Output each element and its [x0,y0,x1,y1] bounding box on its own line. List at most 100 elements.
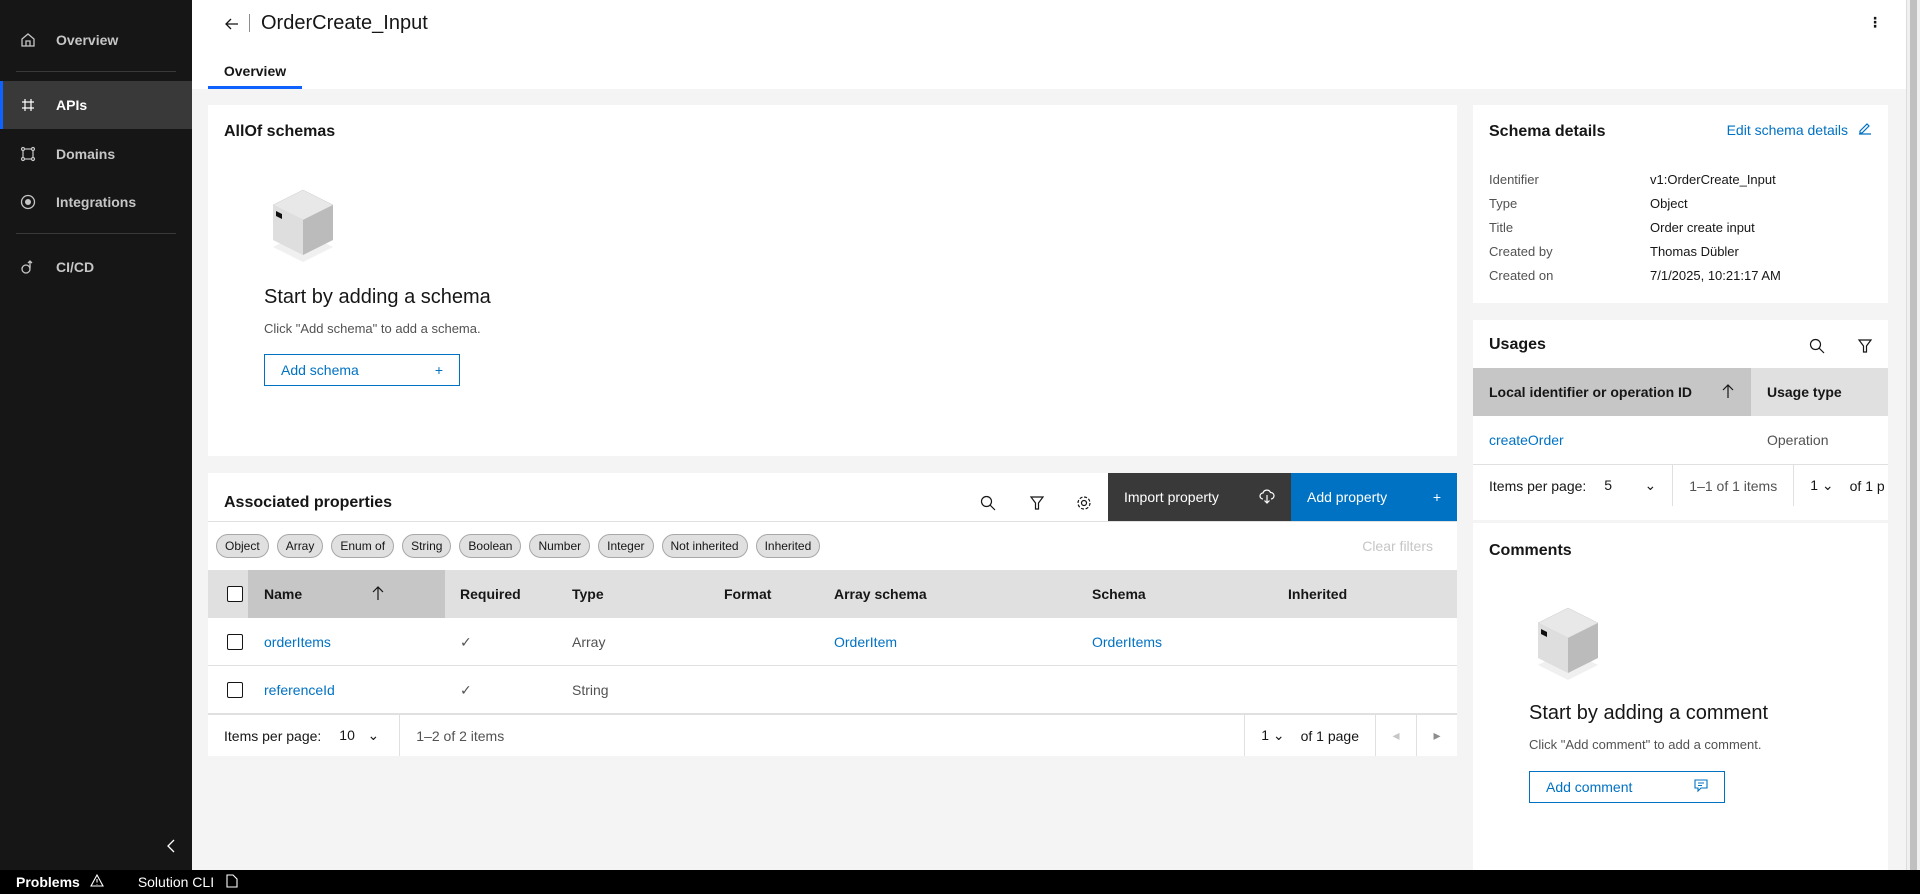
detail-label: Created by [1489,243,1553,259]
column-header-required: Required [460,586,521,602]
edit-schema-details-link[interactable]: Edit schema details [1727,121,1872,138]
add-comment-button[interactable]: Add comment [1529,771,1725,803]
detail-label: Title [1489,219,1514,235]
items-per-page-select[interactable]: 5 ⌄ [1604,477,1656,494]
previous-page-button[interactable]: ◂ [1376,727,1416,744]
card-title: Schema details [1489,123,1606,140]
sidebar: Overview APIs Domains Integrations CI/CD [0,0,192,870]
scrollbar-thumb[interactable] [1910,0,1917,870]
page-select[interactable]: 1 ⌄ [1261,727,1284,744]
collapse-sidebar-button[interactable] [165,838,177,857]
column-header-local-identifier[interactable]: Local identifier or operation ID [1473,368,1751,416]
next-page-button[interactable]: ▸ [1417,727,1457,744]
header-label: Local identifier or operation ID [1489,384,1693,400]
button-label: Import property [1124,489,1219,505]
filter-chip[interactable]: Number [529,534,591,558]
detail-label: Type [1489,195,1518,211]
associated-properties-card: Associated properties Import property Ad… [208,473,1457,756]
empty-text: Click "Add comment" to add a comment. [1529,737,1762,752]
select-value: 10 [339,727,355,743]
column-header-array-schema: Array schema [834,586,927,602]
filter-chip[interactable]: Inherited [755,534,821,558]
radio-icon [0,194,56,210]
search-icon[interactable] [980,495,996,514]
table-row: referenceId ✓ String [208,666,1457,714]
column-header-format: Format [724,586,772,602]
filter-chip[interactable]: Array [276,534,324,558]
detail-value: Object [1650,195,1688,211]
select-all-checkbox[interactable] [227,570,243,618]
solution-cli-tab[interactable]: Solution CLI [138,874,214,890]
detail-value: v1:OrderCreate_Input [1650,171,1776,187]
property-type: String [572,682,609,698]
page-select[interactable]: 1 ⌄ [1810,477,1833,494]
plus-icon: + [1432,489,1441,505]
property-name-link[interactable]: referenceId [264,666,335,714]
card-title: Comments [1489,542,1572,559]
tab-overview[interactable]: Overview [208,56,302,89]
card-title: Associated properties [224,494,393,511]
column-header-name[interactable]: Name [248,570,445,618]
empty-box-illustration [268,185,338,268]
sidebar-item-domains[interactable]: Domains [0,130,192,178]
add-schema-button[interactable]: Add schema + [264,354,460,386]
filter-icon[interactable] [1029,495,1045,514]
property-name-link[interactable]: orderItems [264,618,331,666]
items-per-page-select[interactable]: 10 ⌄ [339,727,379,744]
filter-chip[interactable]: String [402,534,452,558]
row-checkbox[interactable] [227,618,243,666]
comments-card: Comments Start by adding a comment Click… [1473,523,1888,870]
filter-chip[interactable]: Boolean [459,534,522,558]
search-icon[interactable] [1809,338,1825,357]
detail-value: Order create input [1650,219,1755,235]
sidebar-item-cicd[interactable]: CI/CD [0,243,192,291]
detail-row: Created by Thomas Dübler [1489,239,1781,263]
sidebar-item-integrations[interactable]: Integrations [0,178,192,226]
items-per-page-label: Items per page: [1489,477,1587,494]
array-schema-link[interactable]: OrderItem [834,618,897,666]
sidebar-item-overview[interactable]: Overview [0,16,192,64]
file-code-icon [226,873,238,891]
filter-chip[interactable]: Not inherited [661,534,748,558]
sidebar-item-apis[interactable]: APIs [0,81,192,129]
column-header-inherited: Inherited [1288,586,1348,602]
page-title: OrderCreate_Input [261,12,428,34]
domain-icon [0,146,56,162]
sidebar-item-label: Overview [56,32,119,48]
card-title: Usages [1489,336,1546,353]
usage-id-link[interactable]: createOrder [1489,416,1564,464]
add-property-button[interactable]: Add property + [1291,473,1457,521]
schema-details-card: Schema details Edit schema details Ident… [1473,105,1888,303]
table-row: orderItems ✓ Array OrderItem OrderItems [208,618,1457,666]
import-property-button[interactable]: Import property [1108,473,1291,521]
button-label: Add property [1307,489,1388,505]
table-header: Name Required Type Format Array schema S… [208,570,1457,618]
detail-value: 7/1/2025, 10:21:17 AM [1650,267,1781,283]
allof-schemas-card: AllOf schemas Start by adding a schema C… [208,105,1457,456]
clear-filters-button[interactable]: Clear filters [1362,538,1433,554]
empty-text: Click "Add schema" to add a schema. [264,321,481,336]
bottom-bar: Problems Solution CLI [0,870,1920,894]
page-header: OrderCreate_Input ⋮ Overview [192,0,1906,89]
row-checkbox[interactable] [227,666,243,714]
page-count: of 1 page [1300,727,1359,744]
page-scrollbar[interactable] [1906,0,1920,870]
required-check-icon: ✓ [460,633,472,650]
filter-chip[interactable]: Integer [598,534,654,558]
chevron-down-icon: ⌄ [1644,477,1657,493]
detail-row: Title Order create input [1489,215,1781,239]
overflow-menu-icon[interactable]: ⋮ [1868,14,1882,31]
properties-pagination: Items per page: 10 ⌄ 1–2 of 2 items 1 ⌄ o… [208,714,1457,756]
problems-tab[interactable]: Problems [16,874,80,890]
sidebar-item-label: APIs [56,97,88,113]
property-type: Array [572,634,606,650]
page-count: of 1 p [1849,477,1885,494]
filter-icon[interactable] [1857,338,1873,357]
filter-chip[interactable]: Enum of [331,534,395,558]
items-per-page-label: Items per page: [224,727,322,744]
card-title: AllOf schemas [224,123,336,140]
back-arrow-icon[interactable] [224,16,240,35]
filter-chip[interactable]: Object [216,534,269,558]
settings-gear-icon[interactable] [1076,495,1092,514]
schema-link[interactable]: OrderItems [1092,618,1162,666]
